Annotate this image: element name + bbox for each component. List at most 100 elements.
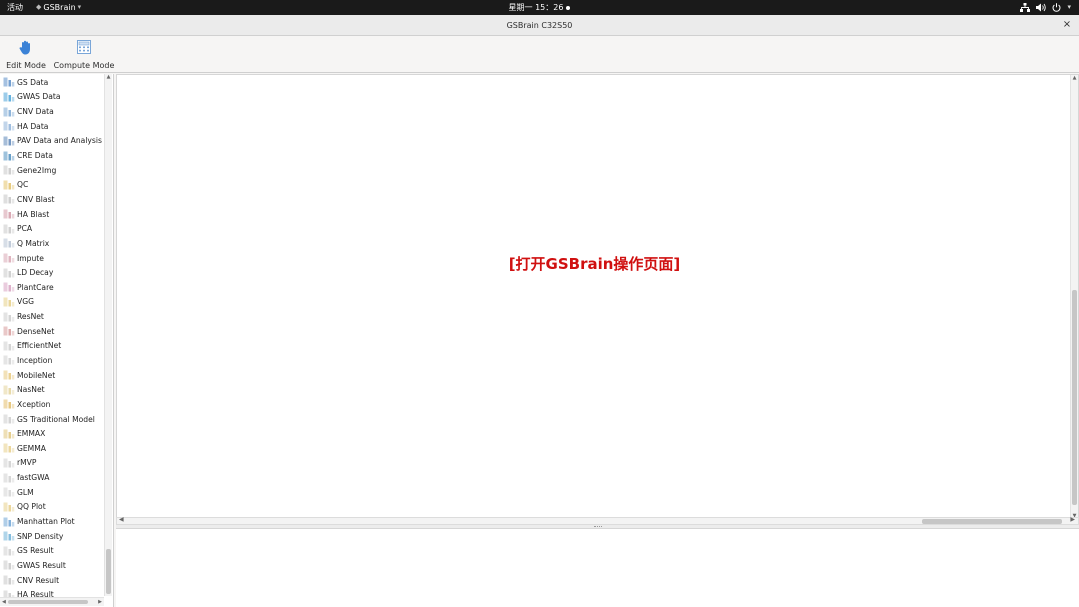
gemma-icon (3, 443, 15, 453)
sidebar-item[interactable]: HA Blast (0, 207, 104, 222)
sidebar-item[interactable]: CNV Result (0, 573, 104, 588)
close-icon[interactable]: × (1061, 19, 1073, 31)
gene2img-icon (3, 165, 15, 175)
sidebar-item[interactable]: Q Matrix (0, 236, 104, 251)
main-vertical-scrollbar[interactable]: ▲ ▼ (1070, 75, 1078, 519)
sidebar-item[interactable]: CNV Data (0, 104, 104, 119)
sidebar-item-label: fastGWA (17, 473, 50, 483)
snp-density-icon (3, 531, 15, 541)
sidebar-item[interactable]: LD Decay (0, 265, 104, 280)
sidebar-item[interactable]: SNP Density (0, 529, 104, 544)
sidebar-item-label: CNV Result (17, 575, 60, 585)
gs-data-icon (3, 77, 15, 87)
sidebar-item[interactable]: Gene2Img (0, 163, 104, 178)
sidebar-item[interactable]: ResNet (0, 309, 104, 324)
sidebar-item[interactable]: Xception (0, 397, 104, 412)
sidebar-item-label: SNP Density (17, 531, 64, 541)
sidebar-item[interactable]: HA Result (0, 587, 104, 597)
sidebar-item[interactable]: EfficientNet (0, 339, 104, 354)
sidebar-item[interactable]: DenseNet (0, 324, 104, 339)
edit-mode-button[interactable]: Edit Mode (6, 38, 46, 71)
scrollbar-thumb[interactable] (1072, 290, 1077, 505)
scroll-right-arrow-icon[interactable]: ▶ (98, 598, 102, 606)
ha-result-icon (3, 590, 15, 597)
sidebar-item-label: QQ Plot (17, 502, 46, 512)
sidebar-item[interactable]: PlantCare (0, 280, 104, 295)
system-tray[interactable]: ▾ (1020, 0, 1071, 15)
sidebar-item-label: HA Result (17, 590, 54, 597)
sidebar-item-label: PAV Data and Analysis (17, 136, 102, 146)
sidebar-item[interactable]: PCA (0, 221, 104, 236)
impute-icon (3, 253, 15, 263)
sidebar-item[interactable]: QQ Plot (0, 500, 104, 515)
sidebar-item-label: rMVP (17, 458, 37, 468)
clock[interactable]: 星期一 15：26 (0, 0, 1079, 15)
sidebar-item[interactable]: GLM (0, 485, 104, 500)
calculator-icon (77, 40, 91, 54)
sidebar-item[interactable]: Inception (0, 353, 104, 368)
sidebar-horizontal-scrollbar[interactable]: ◀ ▶ (0, 597, 104, 606)
sidebar-item[interactable]: MobileNet (0, 368, 104, 383)
scroll-left-arrow-icon[interactable]: ◀ (119, 516, 124, 523)
manhattan-plot-icon (3, 517, 15, 527)
sidebar-item[interactable]: GWAS Result (0, 558, 104, 573)
gs-traditional-model-icon (3, 414, 15, 424)
emmax-icon (3, 429, 15, 439)
splitter-grip[interactable] (594, 526, 602, 527)
sidebar-item-label: CNV Data (17, 107, 54, 117)
volume-icon (1036, 3, 1047, 12)
sidebar-item-label: HA Blast (17, 209, 50, 219)
main-horizontal-scrollbar[interactable]: ◀ ▶ (116, 516, 1079, 525)
network-icon (1020, 3, 1031, 12)
pav-data-icon (3, 136, 15, 146)
scrollbar-thumb[interactable] (106, 549, 111, 594)
sidebar-item[interactable]: GEMMA (0, 441, 104, 456)
sidebar-item[interactable]: rMVP (0, 456, 104, 471)
glm-icon (3, 487, 15, 497)
densenet-icon (3, 326, 15, 336)
module-sidebar: GS Data GWAS Data CNV Data HA Data PAV Data … (0, 74, 114, 607)
sidebar-item-label: GWAS Result (17, 560, 66, 570)
compute-mode-button[interactable]: Compute Mode (54, 38, 114, 71)
sidebar-item-label: CRE Data (17, 151, 53, 161)
hand-icon (19, 40, 30, 54)
sidebar-item[interactable]: CRE Data (0, 148, 104, 163)
sidebar-item[interactable]: EMMAX (0, 426, 104, 441)
sidebar-item[interactable]: GS Traditional Model (0, 412, 104, 427)
scroll-up-arrow-icon[interactable]: ▲ (105, 74, 112, 80)
inception-icon (3, 355, 15, 365)
qq-plot-icon (3, 502, 15, 512)
scrollbar-thumb[interactable] (922, 519, 1062, 524)
scroll-left-arrow-icon[interactable]: ◀ (2, 598, 6, 606)
clock-label: 星期一 15：26 (508, 3, 564, 12)
sidebar-item[interactable]: GS Result (0, 544, 104, 559)
q-matrix-icon (3, 238, 15, 248)
scroll-right-arrow-icon[interactable]: ▶ (1070, 516, 1075, 523)
sidebar-item-label: EMMAX (17, 429, 46, 439)
window-title: GSBrain C32S50 (506, 21, 573, 30)
sidebar-item[interactable]: GS Data (0, 75, 104, 90)
sidebar-item[interactable]: HA Data (0, 119, 104, 134)
sidebar-item[interactable]: CNV Blast (0, 192, 104, 207)
sidebar-item[interactable]: VGG (0, 295, 104, 310)
sidebar-item[interactable]: PAV Data and Analysis (0, 134, 104, 149)
sidebar-item[interactable]: NasNet (0, 382, 104, 397)
chevron-down-icon: ▾ (1067, 3, 1071, 11)
sidebar-vertical-scrollbar[interactable]: ▲ (104, 74, 112, 596)
nasnet-icon (3, 385, 15, 395)
sidebar-item-label: GWAS Data (17, 92, 61, 102)
sidebar-item[interactable]: fastGWA (0, 470, 104, 485)
sidebar-item[interactable]: QC (0, 177, 104, 192)
window-title-bar: GSBrain C32S50 × (0, 15, 1079, 36)
sidebar-item-label: EfficientNet (17, 341, 62, 351)
ha-blast-icon (3, 209, 15, 219)
sidebar-item[interactable]: Impute (0, 251, 104, 266)
sidebar-item[interactable]: Manhattan Plot (0, 514, 104, 529)
module-list: GS Data GWAS Data CNV Data HA Data PAV Data … (0, 75, 104, 597)
sidebar-item-label: GLM (17, 487, 34, 497)
xception-icon (3, 399, 15, 409)
sidebar-item-label: GEMMA (17, 443, 46, 453)
sidebar-item[interactable]: GWAS Data (0, 90, 104, 105)
scrollbar-thumb[interactable] (8, 600, 88, 604)
scroll-up-arrow-icon[interactable]: ▲ (1071, 75, 1078, 81)
